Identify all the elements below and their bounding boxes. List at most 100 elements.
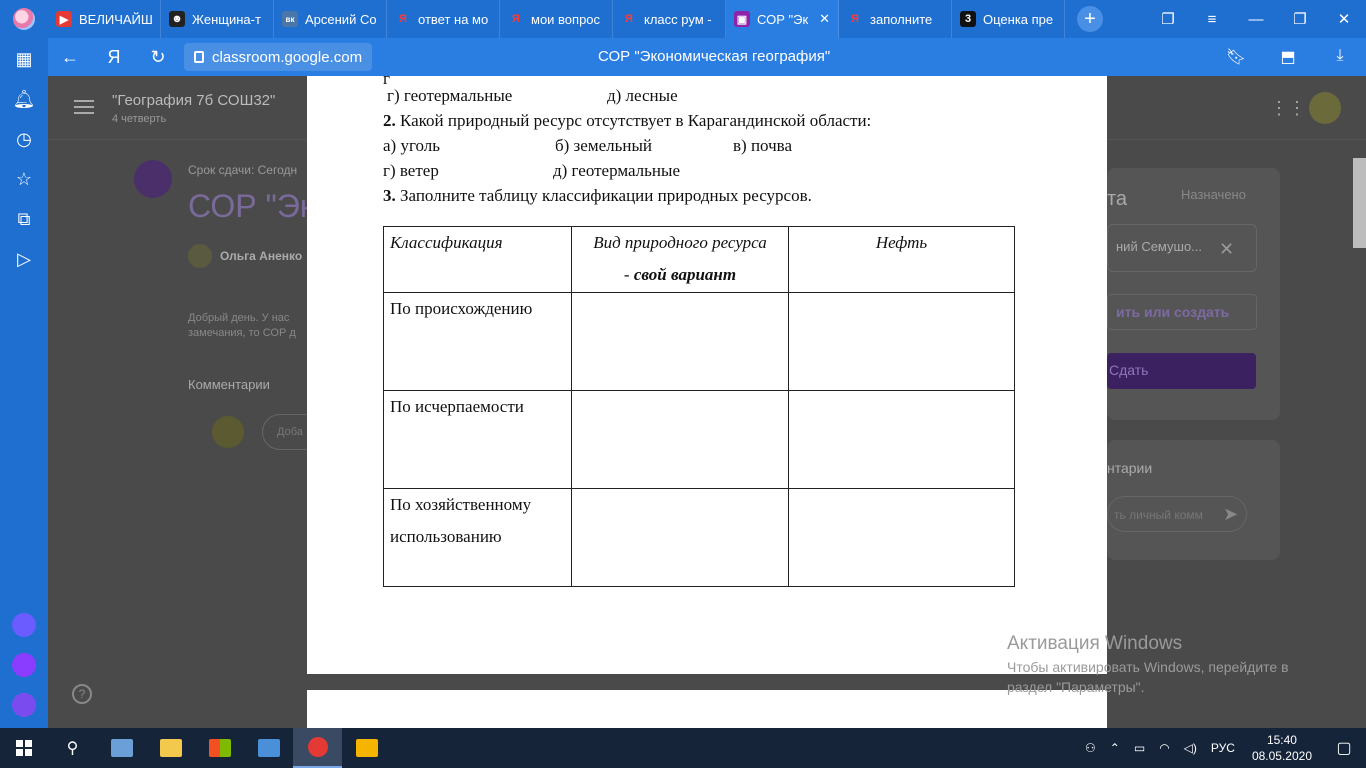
author-name: Ольга Аненко xyxy=(220,249,303,263)
question-2: 2. Какой природный ресурс отсутствует в … xyxy=(383,111,872,130)
author-avatar xyxy=(188,244,212,268)
clock[interactable]: 15:40 08.05.2020 xyxy=(1242,732,1322,764)
table-row: По исчерпаемости xyxy=(383,390,1015,489)
table-row: По хозяйственному использованию xyxy=(383,488,1015,587)
table-cell-empty xyxy=(571,488,789,587)
yandex-icon: Я xyxy=(851,13,859,25)
play-icon[interactable]: ▷ xyxy=(12,247,36,271)
language-indicator[interactable]: РУС xyxy=(1204,741,1242,755)
people-icon[interactable]: ⚇ xyxy=(1078,741,1103,755)
table-header-row: Классификация Вид природного ресурса - св… xyxy=(383,226,1015,293)
grid-icon[interactable]: ▦ xyxy=(12,47,36,71)
face-icon: ☻ xyxy=(169,11,185,27)
tab-3[interactable]: вк Арсений Со xyxy=(274,0,387,38)
collections-icon[interactable]: ⧉ xyxy=(12,207,36,231)
document-page: г г) геотермальные д) лесные 2. Какой пр… xyxy=(307,76,1107,674)
app-monitor-icon[interactable] xyxy=(244,728,293,768)
close-tab-icon[interactable]: ✕ xyxy=(819,11,830,27)
page-scrollbar[interactable] xyxy=(1353,158,1366,248)
assignment-icon xyxy=(134,160,172,198)
comments-heading: Комментарии xyxy=(188,377,270,392)
maximize-icon[interactable]: ❐ xyxy=(1278,10,1322,28)
course-subtitle: 4 четверть xyxy=(112,113,167,125)
clock-icon[interactable]: ◷ xyxy=(12,127,36,151)
system-tray: ⚇ ⌃ ▭ ◠ ◁) РУС 15:40 08.05.2020 ▢ xyxy=(1078,728,1366,768)
submit-button[interactable]: Сдать xyxy=(1107,353,1256,389)
your-work-title: та xyxy=(1107,188,1128,210)
table-cell: По исчерпаемости xyxy=(383,390,572,489)
browser-sidebar: ▦ 🔔︎ ◷ ☆ ⧉ ▷ xyxy=(0,38,48,728)
windows-icon xyxy=(16,740,32,756)
file-explorer-icon[interactable] xyxy=(146,728,195,768)
reload-icon[interactable]: ↻ xyxy=(136,47,180,68)
alice-icon[interactable] xyxy=(12,613,36,637)
tab-6[interactable]: Якласс рум - xyxy=(613,0,726,38)
address-bar: ← Я ↻ classroom.google.com СОР "Экономич… xyxy=(48,38,1366,76)
add-or-create-button[interactable]: ить или создать xyxy=(1107,294,1257,330)
assignment-title: СОР "Эк xyxy=(188,188,314,224)
hamburger-icon[interactable] xyxy=(74,100,94,114)
table-cell-empty xyxy=(788,292,1015,391)
notifications-icon[interactable]: ▢ xyxy=(1322,738,1366,758)
menu-icon[interactable]: ≡ xyxy=(1190,11,1234,28)
windows-taskbar: ⚲ ⚇ ⌃ ▭ ◠ ◁) РУС 15:40 08.05.2020 ▢ xyxy=(0,728,1366,768)
tab-4[interactable]: Яответ на мо xyxy=(387,0,500,38)
youtube-icon: ▶ xyxy=(56,11,72,27)
tab-9[interactable]: 3 Оценка пре xyxy=(952,0,1065,38)
table-row: По происхождению xyxy=(383,292,1015,391)
windows-activation-watermark: Активация Windows Чтобы активировать Win… xyxy=(1007,633,1289,695)
tab-active-classroom[interactable]: ▣ СОР "Эк ✕ xyxy=(726,0,839,38)
search-icon[interactable]: ⚲ xyxy=(48,728,97,768)
question-3: 3. Заполните таблицу классификации приро… xyxy=(383,186,812,205)
chevron-up-icon[interactable]: ⌃ xyxy=(1103,741,1127,755)
url-field[interactable]: classroom.google.com xyxy=(184,43,373,71)
assistant-icon[interactable] xyxy=(12,693,36,717)
tabs-icon[interactable]: ❐ xyxy=(1146,10,1190,28)
tab-5[interactable]: Ямои вопрос xyxy=(500,0,613,38)
tab-2[interactable]: ☻ Женщина-т xyxy=(161,0,274,38)
start-button[interactable] xyxy=(0,728,48,768)
bell-icon[interactable]: 🔔︎ xyxy=(12,87,36,111)
attachment-chip[interactable]: ний Семушо... xyxy=(1107,224,1257,272)
star-icon[interactable]: ☆ xyxy=(12,167,36,191)
yandex-browser-icon[interactable] xyxy=(293,728,342,768)
vk-icon: вк xyxy=(282,11,298,27)
download-icon[interactable]: ⤓ xyxy=(1314,47,1366,67)
table-cell-empty xyxy=(571,292,789,391)
volume-icon[interactable]: ◁) xyxy=(1177,741,1204,755)
tab-8[interactable]: Язаполните xyxy=(839,0,952,38)
table-header-cell: Классификация xyxy=(383,226,572,293)
new-tab-button[interactable]: + xyxy=(1077,6,1103,32)
private-comments-heading: нтарии xyxy=(1107,460,1153,476)
back-icon[interactable]: ← xyxy=(48,47,92,68)
wifi-icon[interactable]: ◠ xyxy=(1152,741,1176,755)
send-icon[interactable]: ➤ xyxy=(1223,504,1238,525)
table-header-cell: Вид природного ресурса - свой вариант xyxy=(571,226,789,293)
due-date: Срок сдачи: Сегодн xyxy=(188,163,298,177)
messenger-icon[interactable] xyxy=(12,653,36,677)
close-window-icon[interactable]: ✕ xyxy=(1322,10,1366,28)
help-icon[interactable]: ? xyxy=(72,684,92,704)
znanija-icon: 3 xyxy=(960,11,976,27)
store-icon[interactable] xyxy=(195,728,244,768)
battery-icon[interactable]: ▭ xyxy=(1127,741,1152,755)
status-badge: Назначено xyxy=(1181,187,1246,202)
bookmark-icon[interactable]: 🔖︎ xyxy=(1210,47,1262,67)
tab-1[interactable]: ▶ ВЕЛИЧАЙШ xyxy=(48,0,161,38)
table-cell: По хозяйственному использованию xyxy=(383,488,572,587)
browser-tab-bar: ▶ ВЕЛИЧАЙШ ☻ Женщина-т вк Арсений Со Яответ… xyxy=(0,0,1366,38)
course-title: "География 7б СОШ32" xyxy=(112,92,276,109)
minimize-icon[interactable]: — xyxy=(1234,11,1278,28)
remove-attachment-icon[interactable]: ✕ xyxy=(1219,239,1234,260)
table-cell-empty xyxy=(788,488,1015,587)
extensions-icon[interactable]: ⬒ xyxy=(1262,47,1314,67)
classification-table: Классификация Вид природного ресурса - св… xyxy=(383,226,1015,587)
app-slides-icon[interactable] xyxy=(342,728,391,768)
page-title: СОР "Экономическая география" xyxy=(598,48,831,65)
classroom-icon: ▣ xyxy=(734,11,750,27)
option-line-top: г) геотермальные д) лесные xyxy=(387,86,678,105)
browser-logo-icon[interactable] xyxy=(0,0,48,38)
avatar[interactable] xyxy=(1309,92,1341,124)
app-paint-icon[interactable] xyxy=(97,728,146,768)
yandex-home-icon[interactable]: Я xyxy=(92,47,136,68)
